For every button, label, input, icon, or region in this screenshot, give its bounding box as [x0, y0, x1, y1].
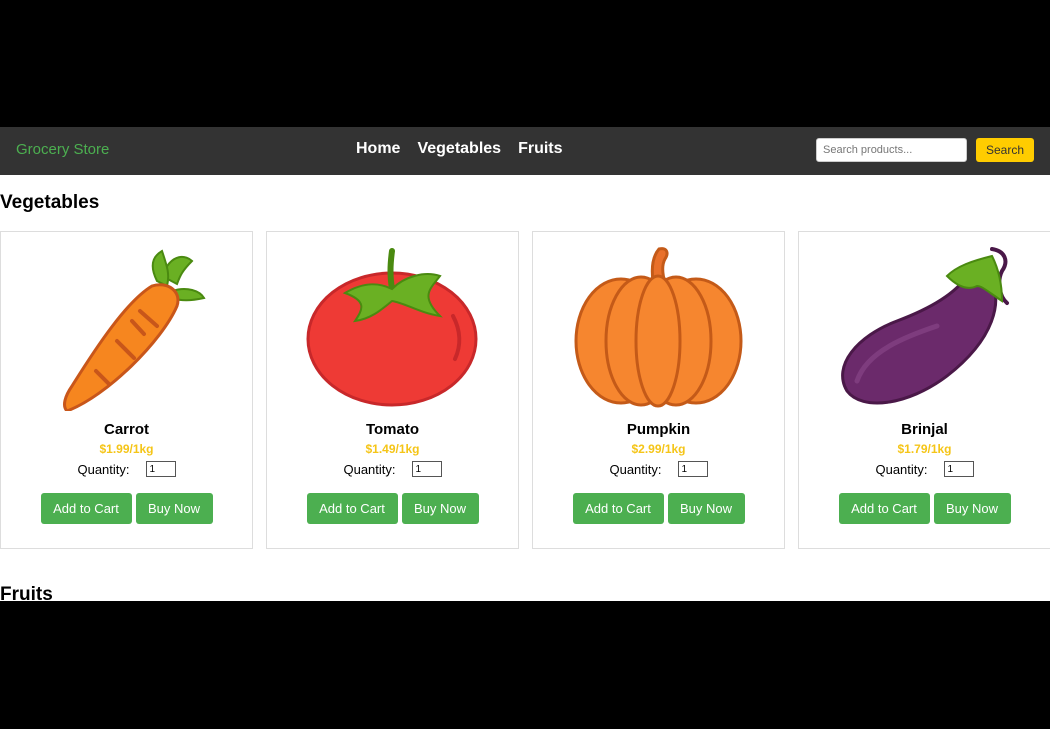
quantity-row: Quantity:: [1, 461, 252, 477]
quantity-row: Quantity:: [533, 461, 784, 477]
add-to-cart-button[interactable]: Add to Cart: [572, 493, 664, 524]
letterbox-bottom: [0, 601, 1050, 729]
product-name: Tomato: [365, 421, 420, 438]
section-title-fruits: Fruits: [0, 584, 53, 601]
navbar: Grocery Store Home Vegetables Fruits Sea…: [0, 127, 1050, 175]
carrot-icon: [1, 240, 252, 412]
quantity-label: Quantity:: [77, 461, 130, 477]
quantity-label: Quantity:: [609, 461, 662, 477]
button-row: Add to Cart Buy Now: [533, 493, 784, 524]
product-name: Brinjal: [901, 421, 948, 438]
quantity-input[interactable]: [677, 461, 708, 477]
button-row: Add to Cart Buy Now: [267, 493, 518, 524]
add-to-cart-button[interactable]: Add to Cart: [40, 493, 132, 524]
add-to-cart-button[interactable]: Add to Cart: [838, 493, 930, 524]
product-name: Carrot: [103, 421, 149, 438]
button-row: Add to Cart Buy Now: [799, 493, 1050, 524]
nav-link-vegetables[interactable]: Vegetables: [417, 140, 501, 158]
product-name: Pumpkin: [626, 421, 691, 438]
quantity-label: Quantity:: [875, 461, 928, 477]
quantity-input[interactable]: [943, 461, 974, 477]
page: Grocery Store Home Vegetables Fruits Sea…: [0, 127, 1050, 601]
button-row: Add to Cart Buy Now: [1, 493, 252, 524]
add-to-cart-button[interactable]: Add to Cart: [306, 493, 398, 524]
buy-now-button[interactable]: Buy Now: [933, 493, 1011, 524]
search-button[interactable]: Search: [976, 138, 1034, 162]
quantity-row: Quantity:: [267, 461, 518, 477]
quantity-input[interactable]: [411, 461, 442, 477]
product-price: $1.79/1kg: [897, 442, 952, 456]
brinjal-icon: [799, 240, 1050, 412]
product-price: $1.99/1kg: [99, 442, 154, 456]
buy-now-button[interactable]: Buy Now: [667, 493, 745, 524]
pumpkin-icon: [533, 240, 784, 412]
brand-logo[interactable]: Grocery Store: [16, 141, 109, 158]
product-card-tomato: Tomato $1.49/1kg Quantity: Add to Cart B…: [266, 231, 519, 549]
nav-link-fruits[interactable]: Fruits: [518, 140, 562, 158]
search-input[interactable]: [816, 138, 967, 162]
nav-links: Home Vegetables Fruits: [356, 140, 563, 158]
product-price: $1.49/1kg: [365, 442, 420, 456]
quantity-label: Quantity:: [343, 461, 396, 477]
nav-link-home[interactable]: Home: [356, 140, 400, 158]
product-card-pumpkin: Pumpkin $2.99/1kg Quantity: Add to Cart …: [532, 231, 785, 549]
quantity-input[interactable]: [145, 461, 176, 477]
section-title-vegetables: Vegetables: [0, 192, 100, 213]
tomato-icon: [267, 240, 518, 412]
quantity-row: Quantity:: [799, 461, 1050, 477]
buy-now-button[interactable]: Buy Now: [135, 493, 213, 524]
product-price: $2.99/1kg: [631, 442, 686, 456]
product-card-carrot: Carrot $1.99/1kg Quantity: Add to Cart B…: [0, 231, 253, 549]
product-card-brinjal: Brinjal $1.79/1kg Quantity: Add to Cart …: [798, 231, 1050, 549]
letterbox-top: [0, 0, 1050, 127]
buy-now-button[interactable]: Buy Now: [401, 493, 479, 524]
